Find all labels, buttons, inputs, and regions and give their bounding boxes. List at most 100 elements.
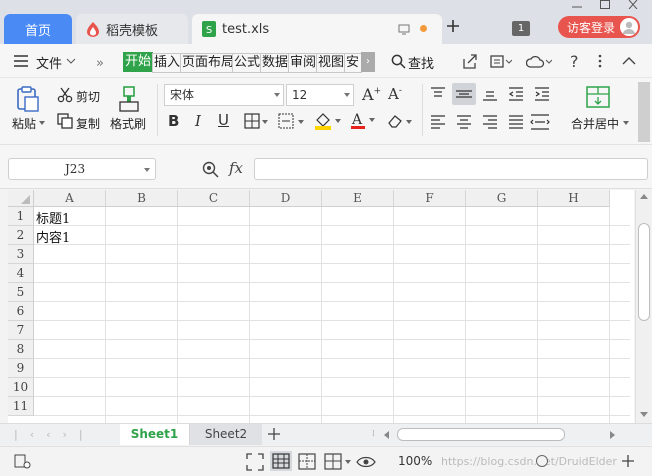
name-box[interactable]: J23 [8, 158, 156, 180]
page-break-view-icon[interactable] [298, 453, 316, 470]
menu-tab-review[interactable]: 审阅 [288, 53, 319, 73]
column-header-h[interactable]: H [538, 190, 610, 207]
font-name-select[interactable]: 宋体 [164, 84, 284, 106]
column-header-f[interactable]: F [394, 190, 466, 207]
cloud-icon[interactable] [526, 54, 552, 69]
menu-tab-formulas[interactable]: 公式 [232, 53, 263, 73]
format-painter-icon[interactable] [118, 86, 140, 112]
menu-tab-security[interactable]: 安 [344, 53, 362, 73]
copy-button[interactable]: 复制 [76, 115, 100, 132]
hamburger-icon[interactable] [14, 55, 28, 67]
align-middle-button[interactable] [452, 83, 476, 105]
login-button[interactable]: 访客登录 [558, 16, 640, 38]
normal-view-button[interactable] [270, 451, 292, 471]
window-restore-icon[interactable] [398, 23, 410, 35]
row-header-7[interactable]: 7 [8, 321, 34, 340]
align-bottom-icon[interactable] [482, 87, 498, 101]
row-header-9[interactable]: 9 [8, 359, 34, 378]
collapse-ribbon-icon[interactable] [622, 56, 636, 65]
align-left-icon[interactable] [430, 115, 446, 129]
row-header-3[interactable]: 3 [8, 245, 34, 264]
menu-tab-insert[interactable]: 插入 [152, 53, 183, 73]
share-icon[interactable] [462, 54, 478, 69]
zoom-in-icon[interactable] [622, 455, 634, 467]
row-header-11[interactable]: 11 [8, 397, 34, 416]
align-center-icon[interactable] [456, 115, 472, 129]
scroll-left-icon[interactable] [384, 431, 389, 439]
cell-a1[interactable]: 标题1 [36, 208, 70, 227]
font-color-icon[interactable]: A [350, 111, 378, 130]
increase-indent-icon[interactable] [534, 87, 550, 101]
ribbon-scroll-right[interactable] [638, 82, 650, 142]
horizontal-scroll-thumb[interactable] [397, 428, 565, 441]
cut-button[interactable]: 剪切 [76, 88, 100, 105]
tab-home[interactable]: 首页 [4, 14, 72, 44]
justify-icon[interactable] [508, 115, 524, 129]
vertical-scrollbar[interactable] [635, 190, 651, 423]
row-header-2[interactable]: 2 [8, 226, 34, 245]
merge-center-label[interactable]: 合并居中 [571, 115, 619, 132]
bold-icon[interactable]: B [168, 112, 179, 130]
row-header-5[interactable]: 5 [8, 283, 34, 302]
font-size-select[interactable]: 12 [286, 84, 354, 106]
tab-docer[interactable]: 稻壳模板 [76, 14, 188, 44]
merge-center-icon[interactable] [586, 86, 610, 108]
row-header-4[interactable]: 4 [8, 264, 34, 283]
scroll-right-icon[interactable] [610, 431, 615, 439]
document-tools-icon[interactable] [490, 54, 512, 69]
decrease-indent-icon[interactable] [508, 87, 524, 101]
cell-a2[interactable]: 内容1 [36, 227, 70, 246]
close-icon[interactable] [628, 0, 638, 9]
column-header-b[interactable]: B [106, 190, 178, 207]
add-sheet-icon[interactable] [268, 428, 280, 440]
sheet-tab-sheet1[interactable]: Sheet1 [120, 424, 190, 445]
maximize-icon[interactable] [600, 0, 610, 9]
paste-dropdown-icon[interactable] [39, 121, 45, 125]
zoom-slider-handle[interactable] [536, 455, 548, 467]
zoom-magnifier-icon[interactable] [202, 161, 219, 178]
fill-color-icon[interactable] [314, 112, 342, 130]
vertical-scroll-thumb[interactable] [638, 223, 650, 321]
more-options-icon[interactable] [598, 54, 602, 68]
menu-tab-data[interactable]: 数据 [260, 53, 291, 73]
row-header-6[interactable]: 6 [8, 302, 34, 321]
menu-scroll-right-icon[interactable]: › [361, 52, 375, 72]
help-icon[interactable]: ? [570, 52, 579, 71]
column-header-g[interactable]: G [466, 190, 538, 207]
merge-dropdown-icon[interactable] [623, 121, 629, 125]
underline-icon[interactable]: U [218, 111, 229, 129]
format-painter-label[interactable]: 格式刷 [110, 115, 146, 132]
menu-tab-view[interactable]: 视图 [316, 53, 347, 73]
italic-icon[interactable]: I [195, 112, 201, 130]
minimize-icon[interactable] [572, 1, 582, 9]
more-menus-icon[interactable]: » [96, 56, 104, 71]
menu-file[interactable]: 文件 [36, 53, 62, 72]
sheet-nav-arrows-icon[interactable]: |‹‹›| [14, 428, 95, 441]
increase-font-size-icon[interactable]: A+ [362, 85, 381, 104]
row-header-1[interactable]: 1 [8, 207, 34, 226]
cell-style-icon[interactable] [278, 113, 304, 129]
column-header-c[interactable]: C [178, 190, 250, 207]
row-header-10[interactable]: 10 [8, 378, 34, 397]
menu-tab-home[interactable]: 开始 [123, 52, 154, 72]
borders-icon[interactable] [244, 113, 268, 129]
full-screen-icon[interactable] [246, 453, 264, 471]
reading-layout-icon[interactable] [324, 453, 352, 470]
column-header-e[interactable]: E [322, 190, 394, 207]
align-right-icon[interactable] [482, 115, 498, 129]
search-button[interactable]: 查找 [408, 53, 434, 72]
column-header-a[interactable]: A [34, 190, 106, 207]
spreadsheet-grid[interactable]: ABCDEFGH 1 2 3 4 5 6 7 8 9 10 11 标题1 内容1 [8, 190, 634, 423]
align-top-icon[interactable] [430, 87, 446, 101]
status-settings-icon[interactable] [14, 454, 32, 470]
menu-tab-page-layout[interactable]: 页面布局 [180, 53, 237, 73]
scroll-down-icon[interactable] [640, 412, 648, 417]
row-header-8[interactable]: 8 [8, 340, 34, 359]
select-all-corner[interactable] [8, 190, 34, 207]
decrease-font-size-icon[interactable]: A- [388, 85, 402, 103]
hscroll-split-icon[interactable]: ⁞ [372, 429, 375, 439]
eye-protection-icon[interactable] [356, 453, 376, 470]
insert-function-icon[interactable]: fx [229, 159, 243, 177]
tab-count-badge[interactable]: 1 [512, 21, 530, 36]
formula-input[interactable] [254, 158, 648, 180]
